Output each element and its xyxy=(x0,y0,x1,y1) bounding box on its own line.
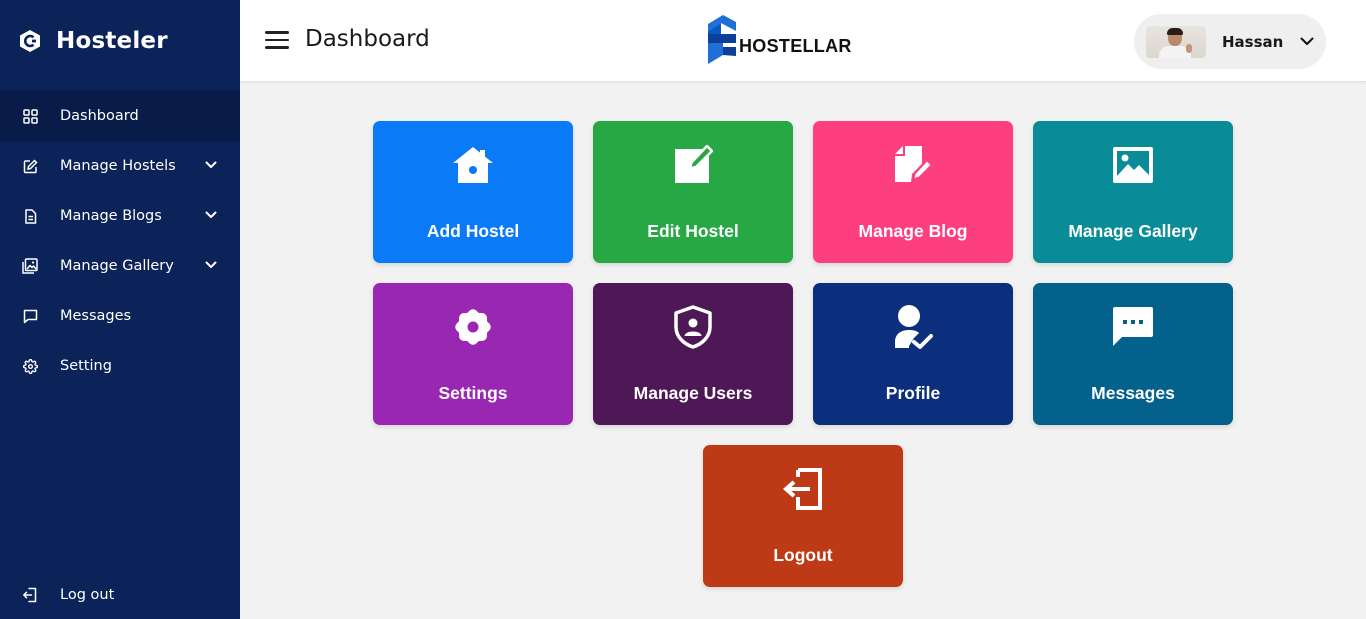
brand-name: Hosteler xyxy=(56,28,168,54)
sidebar-item-manage-gallery[interactable]: Manage Gallery xyxy=(0,241,240,291)
tile-manage-blog[interactable]: Manage Blog xyxy=(813,121,1013,263)
tile-label: Logout xyxy=(773,545,833,565)
tile-messages[interactable]: Messages xyxy=(1033,283,1233,425)
tile-label: Manage Blog xyxy=(858,221,968,241)
tile-label: Edit Hostel xyxy=(647,221,739,241)
sidebar-item-logout[interactable]: Log out xyxy=(0,570,240,619)
document-icon xyxy=(22,208,38,224)
tile-add-hostel[interactable]: Add Hostel xyxy=(373,121,573,263)
edit-square-icon xyxy=(593,143,793,187)
tile-manage-gallery[interactable]: Manage Gallery xyxy=(1033,121,1233,263)
edit-icon xyxy=(22,158,38,174)
sidebar: Hosteler Dashboard Manage Hostels Manage… xyxy=(0,0,240,619)
sidebar-nav: Dashboard Manage Hostels Manage Blogs Ma… xyxy=(0,91,240,391)
tile-profile[interactable]: Profile xyxy=(813,283,1013,425)
sidebar-item-setting[interactable]: Setting xyxy=(0,341,240,391)
house-icon xyxy=(373,143,573,187)
sidebar-item-label: Setting xyxy=(60,358,112,374)
sidebar-item-dashboard[interactable]: Dashboard xyxy=(0,91,240,141)
tile-label: Manage Users xyxy=(633,383,753,403)
sidebar-item-messages[interactable]: Messages xyxy=(0,291,240,341)
user-name: Hassan xyxy=(1222,32,1284,51)
tile-label: Add Hostel xyxy=(426,221,520,241)
tile-label: Profile xyxy=(885,383,941,403)
user-check-icon xyxy=(813,305,1013,349)
image-icon xyxy=(1033,143,1233,187)
brand[interactable]: Hosteler xyxy=(0,0,240,82)
brand-logo-icon xyxy=(18,29,42,53)
sidebar-item-manage-hostels[interactable]: Manage Hostels xyxy=(0,141,240,191)
message-dots-icon xyxy=(1033,305,1233,349)
chevron-down-icon[interactable] xyxy=(204,208,218,222)
hostellar-logo-icon xyxy=(706,14,736,71)
sidebar-item-manage-blogs[interactable]: Manage Blogs xyxy=(0,191,240,241)
topbar: Dashboard HOSTELLAR Hassan xyxy=(240,0,1366,82)
gear-icon xyxy=(373,305,573,349)
tile-edit-hostel[interactable]: Edit Hostel xyxy=(593,121,793,263)
avatar xyxy=(1146,25,1206,58)
sidebar-item-label: Manage Blogs xyxy=(60,208,162,224)
tile-manage-users[interactable]: Manage Users xyxy=(593,283,793,425)
logout-icon xyxy=(703,467,903,511)
tile-settings[interactable]: Settings xyxy=(373,283,573,425)
hostellar-logo[interactable]: HOSTELLAR xyxy=(706,14,852,71)
logout-icon xyxy=(22,587,38,603)
page-title: Dashboard xyxy=(305,26,430,52)
gear-icon xyxy=(22,358,38,374)
user-menu[interactable]: Hassan xyxy=(1134,14,1326,69)
shield-user-icon xyxy=(593,305,793,349)
tile-label: Settings xyxy=(438,383,508,403)
sidebar-item-label: Dashboard xyxy=(60,108,139,124)
files-edit-icon xyxy=(813,143,1013,187)
tile-label: Messages xyxy=(1091,383,1175,403)
sidebar-item-label: Messages xyxy=(60,308,132,324)
logo-text: HOSTELLAR xyxy=(739,36,852,56)
chevron-down-icon[interactable] xyxy=(204,158,218,172)
tile-logout[interactable]: Logout xyxy=(703,445,903,587)
sidebar-item-label: Manage Hostels xyxy=(60,158,176,174)
chevron-down-icon xyxy=(1299,34,1315,50)
gallery-icon xyxy=(22,258,38,274)
grid-icon xyxy=(22,108,38,124)
sidebar-item-label: Manage Gallery xyxy=(60,258,174,274)
chat-icon xyxy=(22,308,38,324)
chevron-down-icon[interactable] xyxy=(204,258,218,272)
sidebar-item-label: Log out xyxy=(60,587,115,603)
menu-icon[interactable] xyxy=(264,29,290,51)
tile-label: Manage Gallery xyxy=(1068,221,1198,241)
